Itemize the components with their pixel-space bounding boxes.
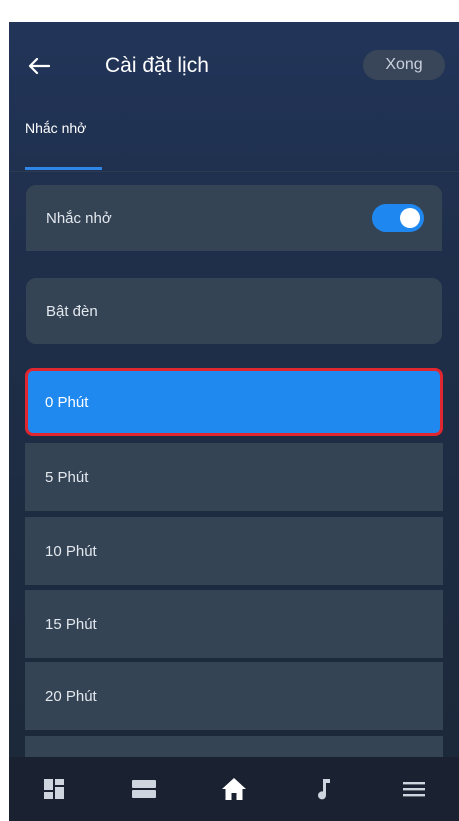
- bottom-navbar: [9, 757, 459, 821]
- tab-reminder[interactable]: Nhắc nhở: [25, 120, 86, 136]
- option-label: 15 Phút: [45, 615, 97, 633]
- screen: Cài đặt lịch Xong Nhắc nhở Nhắc nhở Bật …: [9, 0, 459, 821]
- nav-dashboard[interactable]: [34, 769, 74, 809]
- option-10-minutes[interactable]: 10 Phút: [25, 517, 443, 585]
- nav-list[interactable]: [124, 769, 164, 809]
- option-label: 5 Phút: [45, 468, 89, 486]
- light-row[interactable]: Bật đèn: [26, 278, 442, 344]
- option-0-minutes[interactable]: 0 Phút: [25, 368, 443, 436]
- nav-music[interactable]: [304, 769, 344, 809]
- option-label: 10 Phút: [45, 542, 97, 560]
- option-5-minutes[interactable]: 5 Phút: [25, 443, 443, 511]
- music-icon: [318, 779, 330, 800]
- option-label: 20 Phút: [45, 687, 97, 705]
- light-label: Bật đèn: [46, 302, 98, 320]
- option-20-minutes[interactable]: 20 Phút: [25, 662, 443, 730]
- page-title: Cài đặt lịch: [105, 54, 209, 77]
- back-button[interactable]: [23, 50, 55, 82]
- option-label: 0 Phút: [45, 393, 89, 411]
- header: Cài đặt lịch Xong: [9, 22, 459, 110]
- menu-icon: [403, 782, 425, 797]
- list-icon: [132, 780, 156, 798]
- tab-divider: [9, 171, 459, 172]
- nav-menu[interactable]: [394, 769, 434, 809]
- done-button[interactable]: Xong: [363, 50, 445, 80]
- arrow-left-icon: [28, 57, 50, 75]
- home-icon: [222, 778, 246, 800]
- top-gap: [9, 0, 459, 22]
- reminder-label: Nhắc nhở: [46, 209, 112, 227]
- reminder-row: Nhắc nhở: [26, 185, 442, 251]
- reminder-toggle[interactable]: [372, 204, 424, 232]
- nav-home[interactable]: [214, 769, 254, 809]
- toggle-knob: [400, 208, 420, 228]
- option-15-minutes[interactable]: 15 Phút: [25, 590, 443, 658]
- tab-active-indicator: [25, 167, 102, 170]
- dashboard-icon: [44, 779, 64, 799]
